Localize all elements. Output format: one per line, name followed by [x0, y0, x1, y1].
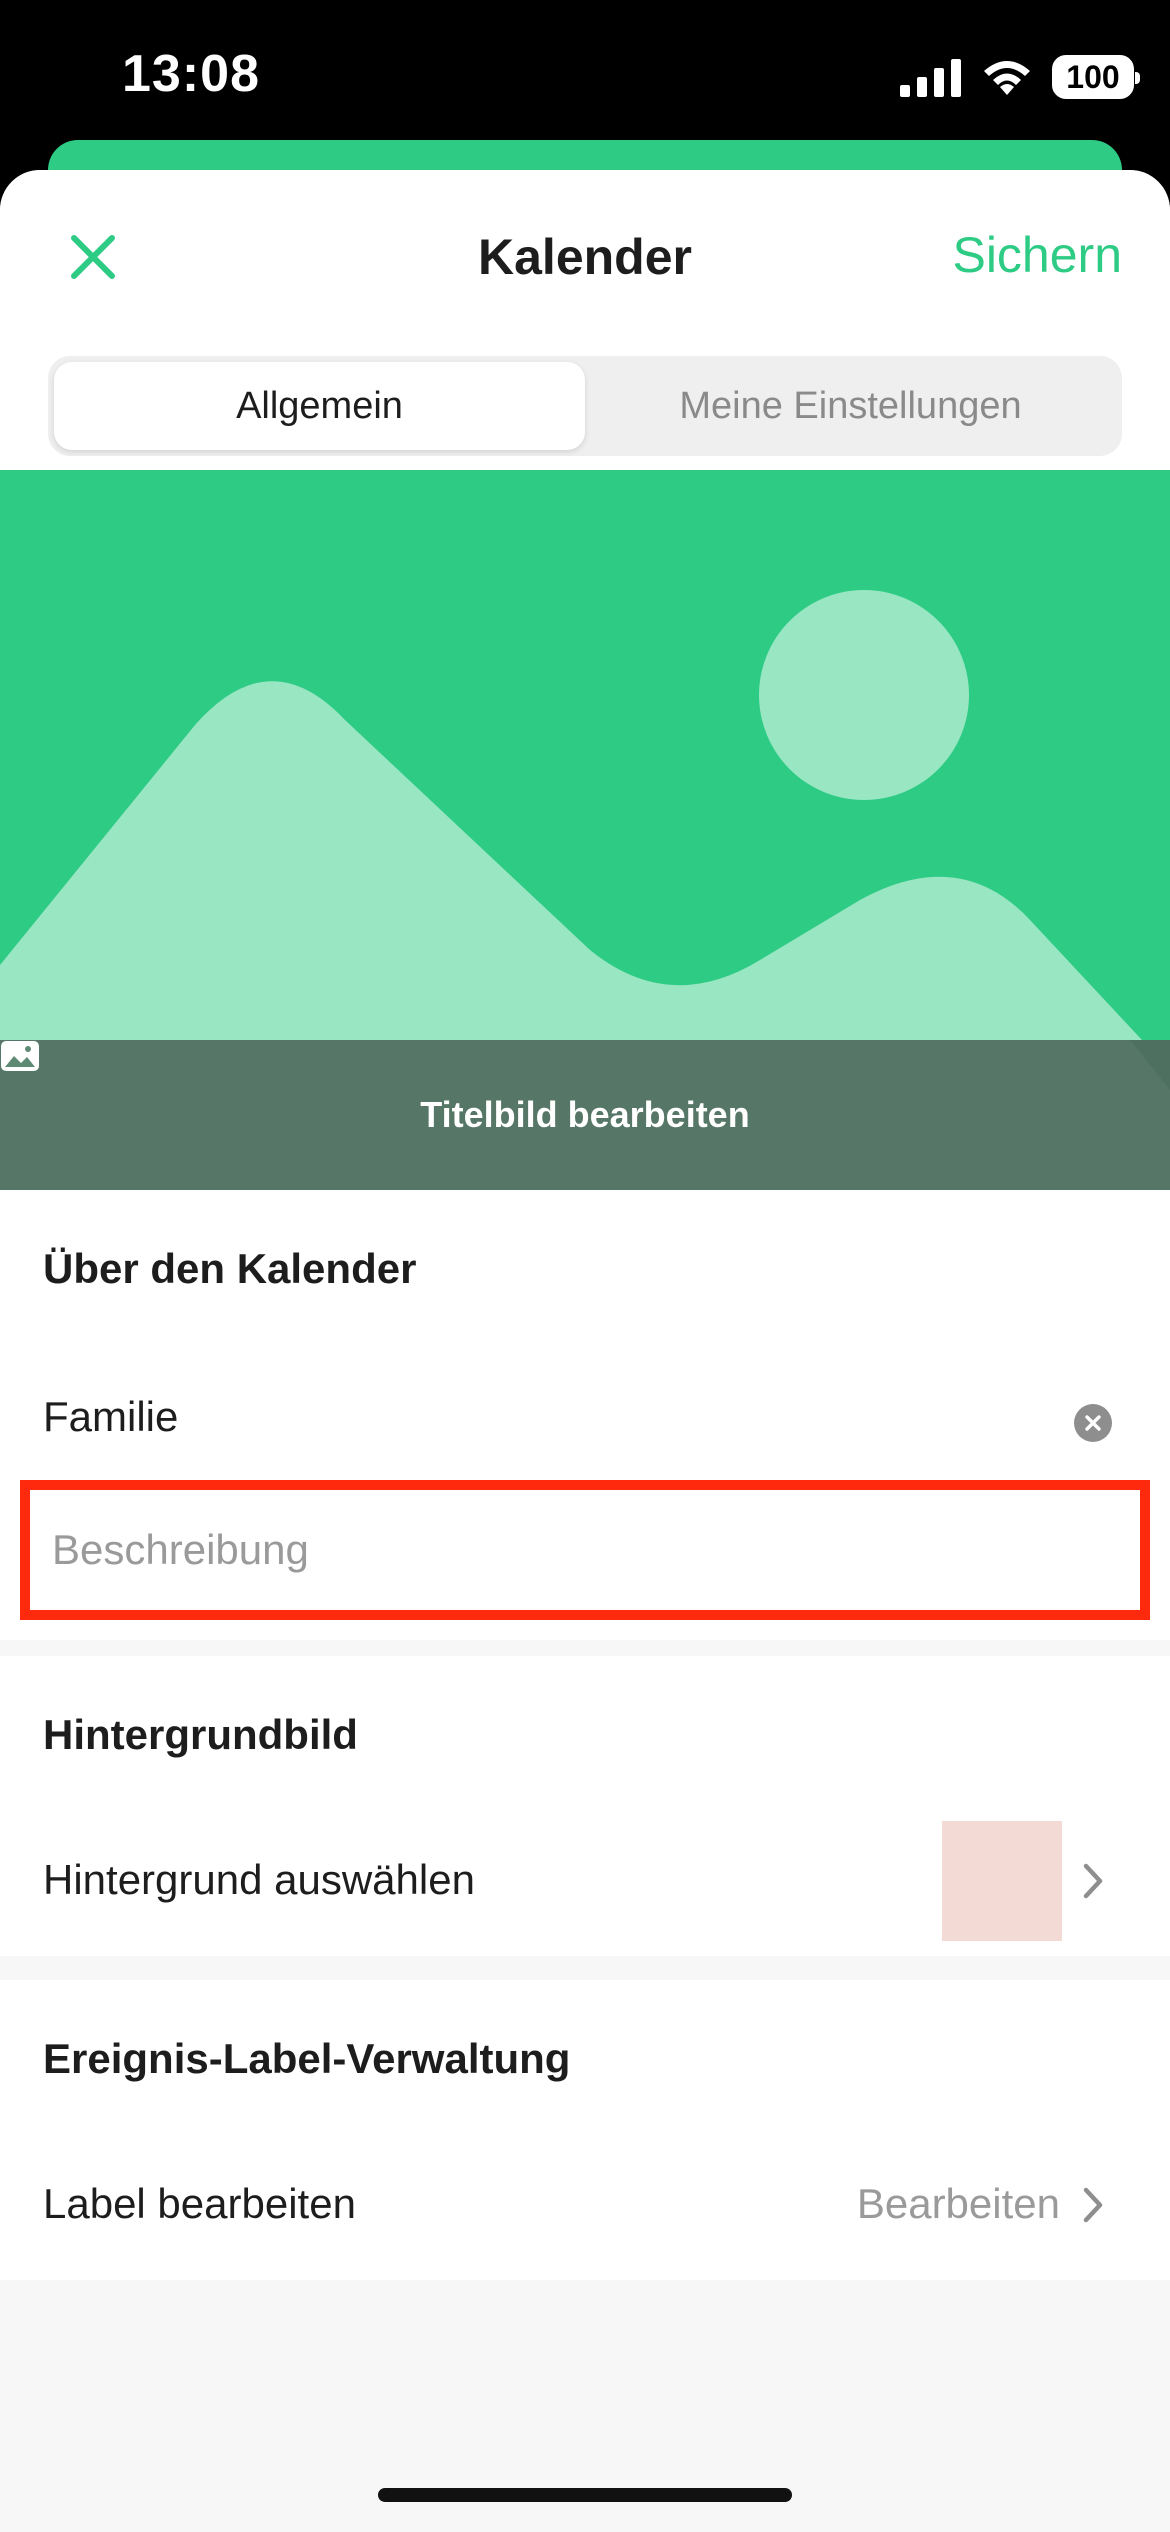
home-indicator: [378, 2488, 792, 2502]
chevron-right-icon: [1083, 2187, 1103, 2223]
wifi-icon: [984, 61, 1030, 95]
description-row: [0, 1480, 1170, 1640]
background-section-title: Hintergrundbild: [43, 1711, 358, 1758]
event-labels-section: Ereignis-Label-Verwaltung Label bearbeit…: [0, 1980, 1170, 2280]
nav-bar: Kalender Sichern: [0, 170, 1170, 348]
tab-allgemein[interactable]: Allgemein: [54, 362, 585, 450]
about-section-title: Über den Kalender: [43, 1245, 417, 1292]
calendar-settings-sheet: Kalender Sichern Allgemein Meine Einstel…: [0, 170, 1170, 2532]
select-background-label: Hintergrund auswählen: [43, 1856, 475, 1903]
clear-text-icon[interactable]: [1074, 1404, 1112, 1442]
calendar-name-field[interactable]: Familie: [43, 1393, 178, 1441]
edit-cover-label: Titelbild bearbeiten: [420, 1094, 750, 1135]
save-button[interactable]: Sichern: [952, 226, 1122, 284]
select-background-row[interactable]: Hintergrund auswählen: [0, 1806, 1170, 1956]
signal-icon: [900, 59, 961, 97]
chevron-right-icon: [1083, 1863, 1103, 1899]
battery-indicator: 100: [1052, 55, 1140, 99]
event-labels-section-title: Ereignis-Label-Verwaltung: [43, 2035, 571, 2082]
cover-image[interactable]: Titelbild bearbeiten: [0, 470, 1170, 1190]
edit-labels-value: Bearbeiten: [856, 2180, 1060, 2227]
description-input[interactable]: [20, 1480, 1150, 1620]
about-section: Über den Kalender Familie: [0, 1190, 1170, 1640]
edit-labels-row[interactable]: Label bearbeiten Bearbeiten: [0, 2130, 1170, 2280]
image-icon: [1, 1041, 39, 1071]
tab-meine-einstellungen[interactable]: Meine Einstellungen: [585, 362, 1116, 450]
background-swatch: [942, 1821, 1062, 1941]
segmented-control: Allgemein Meine Einstellungen: [48, 356, 1122, 456]
status-time: 13:08: [122, 45, 260, 103]
background-section: Hintergrundbild Hintergrund auswählen: [0, 1656, 1170, 1956]
status-bar: 13:08 100: [0, 0, 1170, 160]
status-icons: 100: [900, 52, 1140, 102]
edit-labels-label: Label bearbeiten: [43, 2180, 356, 2227]
edit-cover-button[interactable]: Titelbild bearbeiten: [0, 1040, 1170, 1190]
